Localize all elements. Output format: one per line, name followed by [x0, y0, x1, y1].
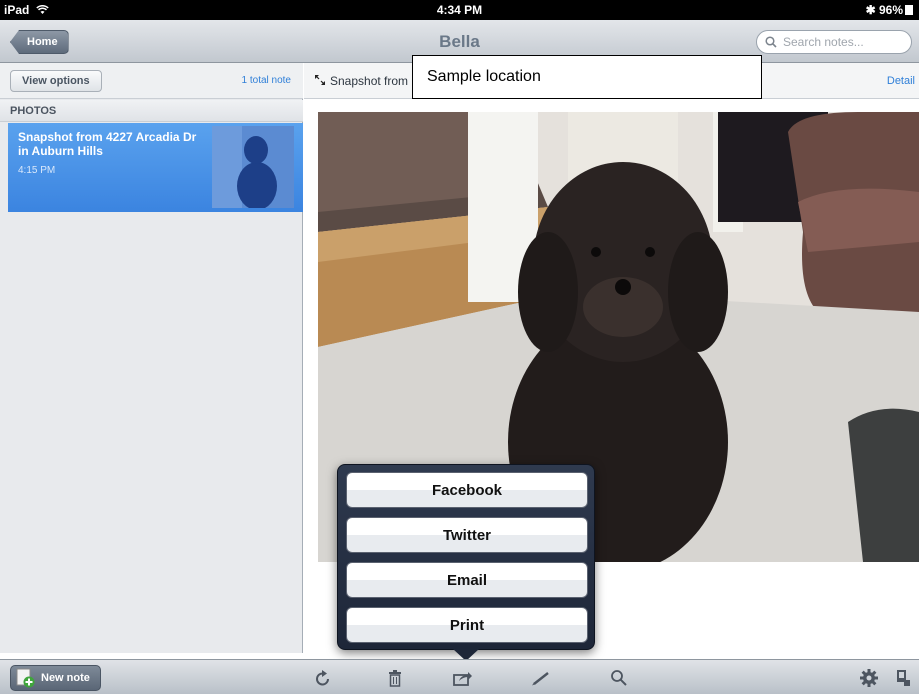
note-time: 4:15 PM [18, 165, 56, 176]
new-note-label: New note [41, 672, 90, 684]
note-detail-title: Snapshot from [330, 74, 409, 88]
search-placeholder: Search notes... [783, 35, 864, 49]
share-facebook-button[interactable]: Facebook [346, 472, 588, 508]
clock: 4:34 PM [436, 3, 483, 17]
status-bar: iPad 4:34 PM ✱ 96% [0, 0, 919, 20]
share-icon[interactable] [452, 667, 474, 689]
detail-link[interactable]: Detail [887, 75, 915, 87]
expand-icon[interactable] [314, 74, 326, 86]
note-title: Snapshot from 4227 Arcadia Dr in Auburn … [18, 130, 197, 158]
sync-icon[interactable] [892, 667, 914, 689]
bluetooth-icon: ✱ [865, 3, 876, 17]
search-icon[interactable] [608, 667, 630, 689]
pen-icon[interactable] [530, 667, 552, 689]
new-note-button[interactable]: New note [10, 665, 101, 691]
section-header-photos: PHOTOS [0, 100, 303, 122]
new-note-icon [16, 668, 35, 688]
notes-sidebar: View options 1 total note PHOTOS Snapsho… [0, 63, 303, 653]
share-print-button[interactable]: Print [346, 607, 588, 643]
refresh-icon[interactable] [312, 667, 334, 689]
bottom-toolbar: New note [0, 659, 919, 694]
total-note-count: 1 total note [241, 75, 291, 86]
search-notes-input[interactable]: Search notes... [756, 30, 912, 54]
sidebar-toolbar: View options 1 total note [0, 63, 303, 99]
share-twitter-button[interactable]: Twitter [346, 517, 588, 553]
view-options-button[interactable]: View options [10, 70, 102, 92]
note-detail-header: Snapshot from Sample location Detail [304, 55, 919, 99]
battery-status: ✱ 96% [866, 3, 913, 17]
note-thumbnail [212, 126, 294, 208]
share-popover: Facebook Twitter Email Print [337, 464, 595, 650]
gear-icon[interactable] [858, 667, 880, 689]
trash-icon[interactable] [384, 667, 406, 689]
share-email-button[interactable]: Email [346, 562, 588, 598]
battery-icon [905, 5, 913, 15]
location-label: Sample location [412, 55, 762, 99]
search-icon [765, 36, 777, 48]
note-list-item[interactable]: Snapshot from 4227 Arcadia Dr in Auburn … [8, 123, 303, 212]
